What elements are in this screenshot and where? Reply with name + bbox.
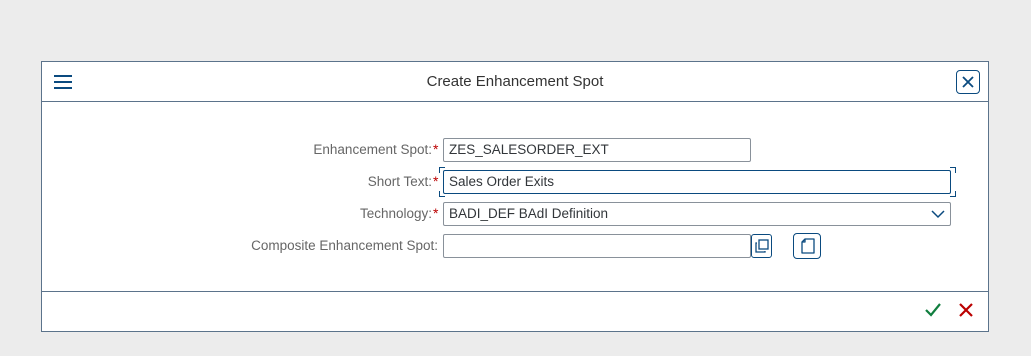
short-text-input[interactable]: Sales Order Exits (443, 170, 951, 194)
required-indicator: * (433, 141, 439, 157)
dialog-footer (42, 291, 988, 331)
cross-icon (959, 303, 973, 317)
value-help-button[interactable] (751, 234, 772, 258)
technology-label: Technology: (359, 206, 432, 221)
focus-corner (439, 167, 445, 173)
ok-button[interactable] (924, 301, 944, 321)
required-indicator: * (433, 205, 439, 221)
create-enhancement-spot-dialog: Create Enhancement Spot Enhancement Spot… (41, 61, 989, 332)
short-text-row: Short Text: (42, 170, 432, 194)
document-icon (801, 238, 815, 254)
cancel-button[interactable] (957, 301, 977, 321)
create-document-button[interactable] (793, 233, 821, 259)
required-indicator: * (433, 173, 439, 189)
focus-corner (439, 191, 445, 197)
chevron-down-icon[interactable] (931, 209, 945, 219)
composite-spot-label: Composite Enhancement Spot: (251, 238, 438, 253)
technology-value: BADI_DEF BAdI Definition (449, 206, 609, 221)
enhancement-spot-input[interactable]: ZES_SALESORDER_EXT (443, 138, 751, 162)
short-text-value: Sales Order Exits (449, 174, 555, 189)
enhancement-spot-row: Enhancement Spot: (42, 138, 432, 162)
technology-select[interactable]: BADI_DEF BAdI Definition (443, 202, 951, 226)
composite-spot-input[interactable] (443, 234, 751, 258)
enhancement-spot-label: Enhancement Spot: (313, 142, 432, 157)
focus-corner (950, 167, 956, 173)
close-icon (962, 76, 974, 88)
composite-spot-row: Composite Enhancement Spot: (42, 234, 438, 258)
enhancement-spot-value: ZES_SALESORDER_EXT (449, 142, 609, 157)
dialog-title: Create Enhancement Spot (426, 73, 604, 90)
dialog-header: Create Enhancement Spot (42, 62, 988, 102)
focus-corner (950, 191, 956, 197)
short-text-label: Short Text: (367, 174, 432, 189)
value-help-icon (755, 239, 769, 253)
dialog-body: Enhancement Spot: * ZES_SALESORDER_EXT S… (42, 102, 988, 293)
close-button[interactable] (956, 70, 980, 94)
technology-row: Technology: (42, 202, 432, 226)
checkmark-icon (925, 303, 941, 317)
